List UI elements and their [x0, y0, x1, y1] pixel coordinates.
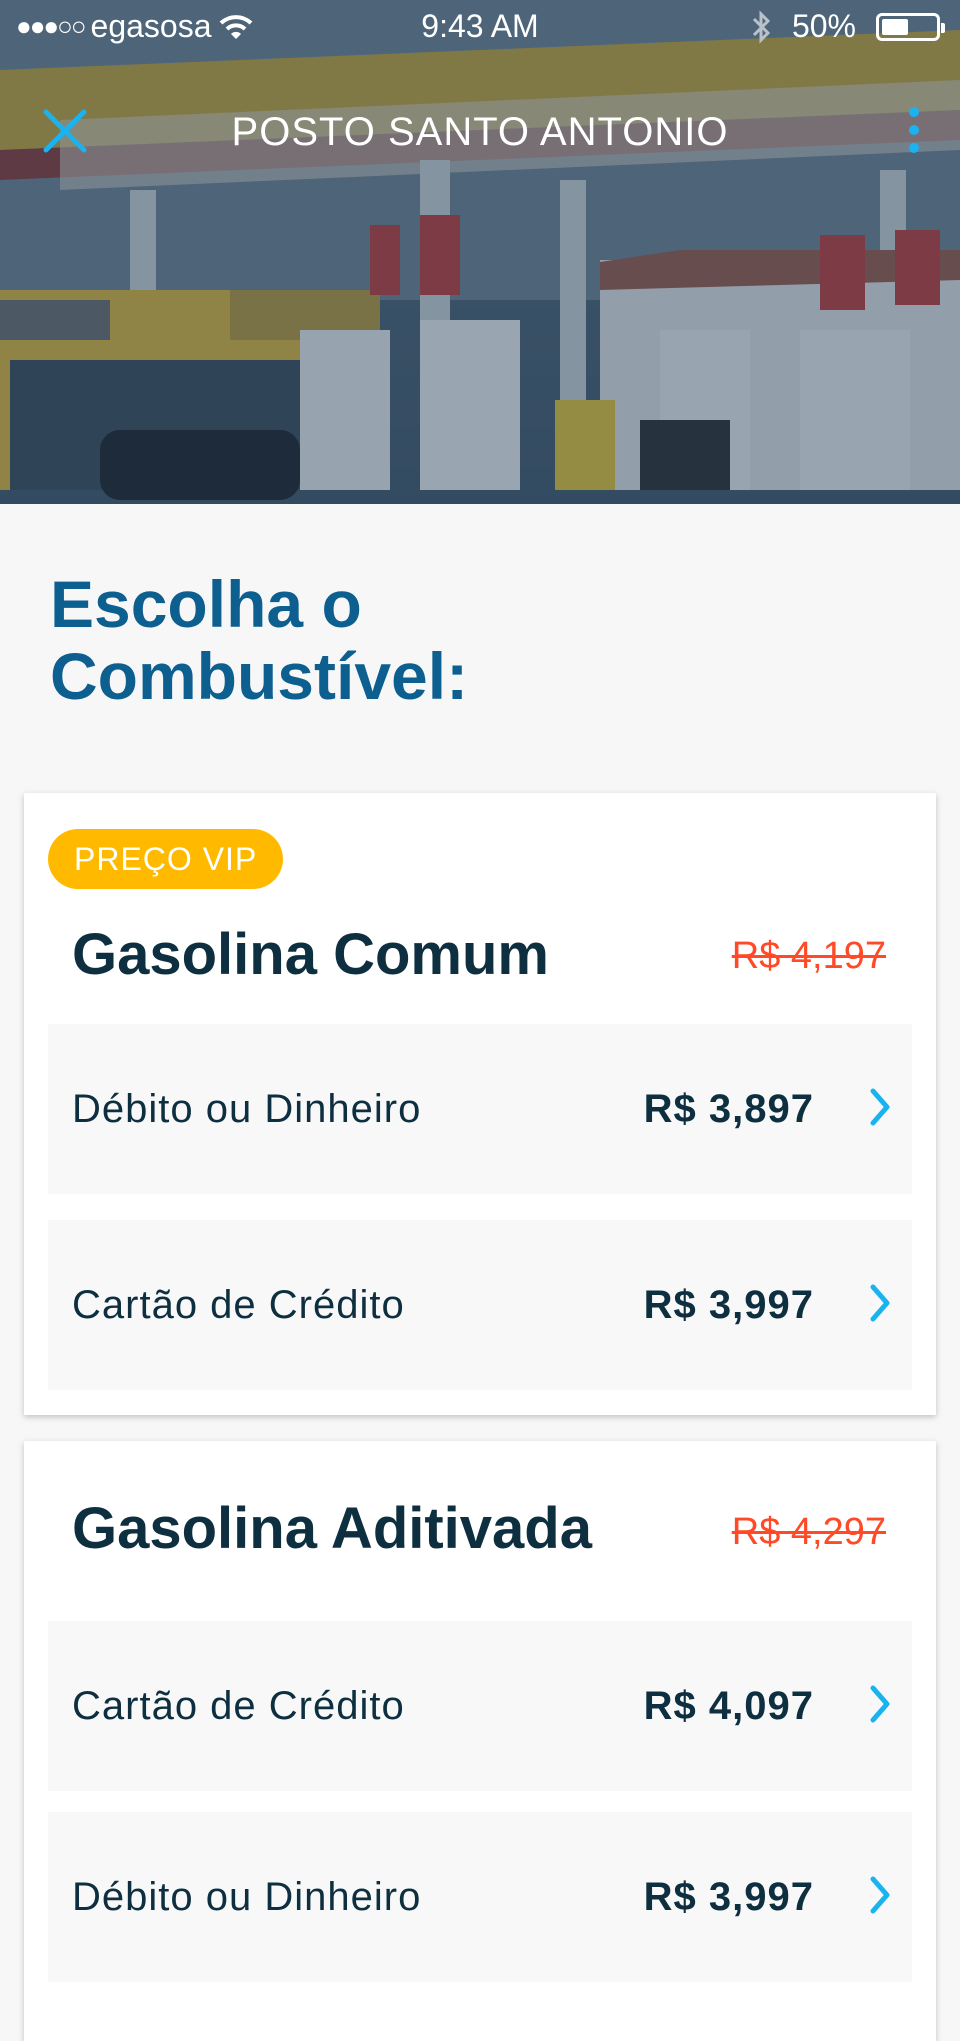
page-title: Escolha o Combustível:	[50, 568, 750, 712]
payment-option-debito-dinheiro[interactable]: Débito ou Dinheiro R$ 3,997	[48, 1812, 912, 1982]
fuel-name: Gasolina Comum	[72, 922, 549, 987]
payment-price: R$ 4,097	[643, 1684, 814, 1728]
header-hero-image: ●●●○○ egasosa 9:43 AM 50% POSTO SANTO AN…	[0, 0, 960, 504]
payment-method-label: Débito ou Dinheiro	[72, 1087, 422, 1131]
payment-method-label: Cartão de Crédito	[72, 1283, 405, 1327]
payment-price: R$ 3,997	[643, 1875, 814, 1919]
chevron-right-icon	[870, 1284, 890, 1322]
payment-method-label: Débito ou Dinheiro	[72, 1875, 422, 1919]
battery-percent: 50%	[791, 8, 856, 44]
navigation-bar: POSTO SANTO ANTONIO	[0, 90, 960, 170]
payment-option-cartao-credito[interactable]: Cartão de Crédito R$ 4,097	[48, 1621, 912, 1791]
fuel-name: Gasolina Aditivada	[72, 1496, 592, 1561]
old-price: R$ 4,297	[731, 1511, 886, 1553]
chevron-right-icon	[870, 1088, 890, 1126]
payment-price: R$ 3,997	[643, 1283, 814, 1327]
vip-price-badge: PREÇO VIP	[48, 829, 284, 889]
bluetooth-icon	[752, 9, 771, 44]
page-title-line-1: Escolha o	[50, 567, 362, 641]
status-bar: ●●●○○ egasosa 9:43 AM 50%	[0, 0, 960, 60]
page-title-line-2: Combustível:	[50, 639, 469, 713]
battery-icon	[876, 12, 945, 41]
old-price: R$ 4,197	[731, 935, 886, 977]
station-name-title: POSTO SANTO ANTONIO	[231, 110, 729, 154]
payment-method-label: Cartão de Crédito	[72, 1684, 405, 1728]
chevron-right-icon	[870, 1876, 890, 1914]
fuel-card-gasolina-comum: PREÇO VIP Gasolina Comum R$ 4,197 Débito…	[24, 793, 936, 1415]
payment-option-cartao-credito[interactable]: Cartão de Crédito R$ 3,997	[48, 1220, 912, 1390]
payment-price: R$ 3,897	[643, 1087, 814, 1131]
more-vertical-icon	[909, 107, 919, 153]
fuel-card-gasolina-aditivada: Gasolina Aditivada R$ 4,297 Cartão de Cr…	[24, 1441, 936, 2041]
payment-option-debito-dinheiro[interactable]: Débito ou Dinheiro R$ 3,897	[48, 1024, 912, 1194]
battery-level	[882, 18, 908, 35]
chevron-right-icon	[870, 1685, 890, 1723]
more-options-button[interactable]	[896, 100, 932, 160]
